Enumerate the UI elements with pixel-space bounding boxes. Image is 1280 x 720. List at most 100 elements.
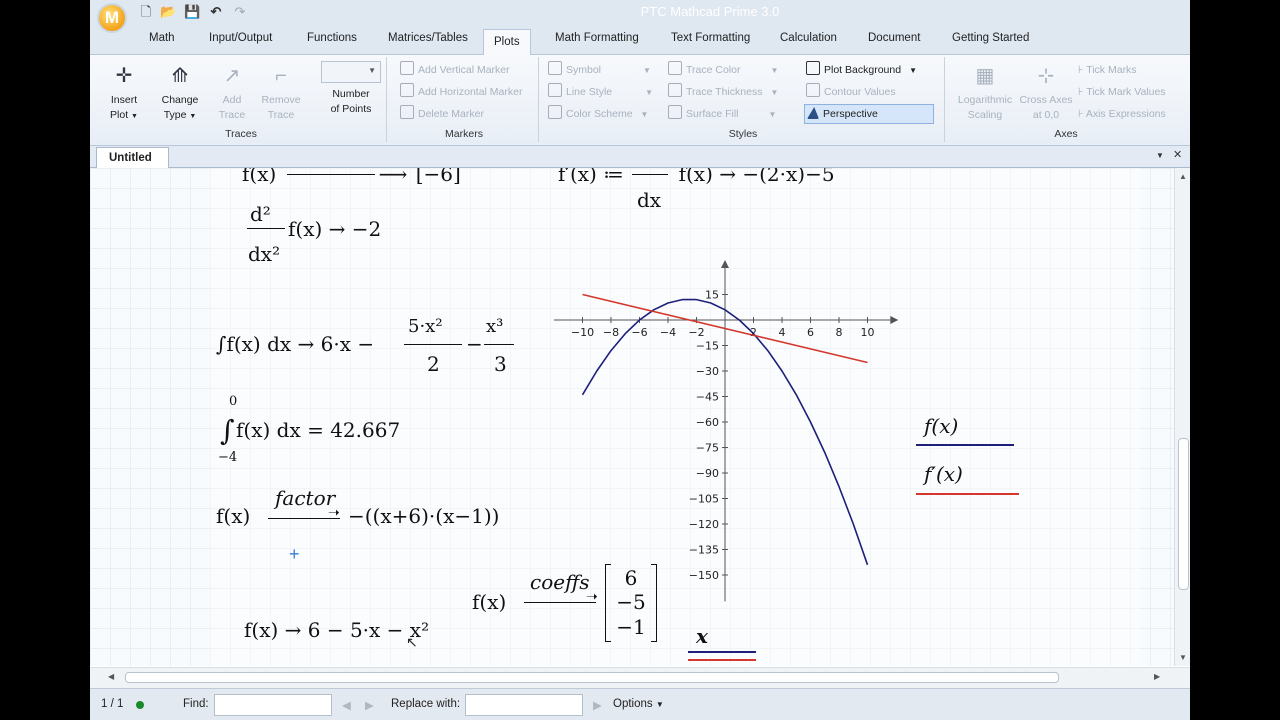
tab-math-formatting[interactable]: Math Formatting xyxy=(555,32,639,44)
trace-thickness-dropdown[interactable]: Trace Thickness ▼ xyxy=(668,83,778,101)
find-input[interactable] xyxy=(214,694,332,716)
tab-getting-started[interactable]: Getting Started xyxy=(952,32,1029,44)
options-button[interactable]: Options ▼ xyxy=(613,698,664,710)
change-type-button[interactable]: ⟰ Change Type ▼ xyxy=(152,61,208,124)
trace-thickness-label: Trace Thickness xyxy=(686,86,763,98)
eq4-frac1-den: 2 xyxy=(427,352,440,376)
trace-color-dropdown[interactable]: Trace Color ▼ xyxy=(668,61,778,79)
y-tick-label: −150 xyxy=(689,569,719,582)
scroll-down-icon[interactable]: ▼ xyxy=(1179,653,1187,662)
tab-text-formatting[interactable]: Text Formatting xyxy=(671,32,750,44)
title-bar: M 🗋 📂 💾 ↶ ↷ PTC Mathcad Prime 3.0 xyxy=(90,0,1190,33)
document-tab-untitled[interactable]: Untitled xyxy=(96,147,169,168)
traces-group: ✛ Insert Plot ▼ ⟰ Change Type ▼ ↗ Add Tr… xyxy=(96,57,387,142)
math-region-eq2[interactable]: f′(x) ≔ f(x) → −(2·x)−5 xyxy=(558,168,835,186)
styles-group: Symbol ▼ Line Style ▼ Color Scheme ▼ Trace … xyxy=(542,57,945,142)
y-tick-label: −135 xyxy=(689,544,719,557)
tick-mark-values-button[interactable]: ⊦ Tick Mark Values xyxy=(1078,83,1166,101)
line-style-dropdown[interactable]: Line Style ▼ xyxy=(548,83,653,101)
scroll-left-icon[interactable]: ◀ xyxy=(108,672,114,681)
scroll-right-icon[interactable]: ▶ xyxy=(1154,672,1160,681)
surface-fill-dropdown[interactable]: Surface Fill ▼ xyxy=(668,105,776,123)
horizontal-scroll-thumb[interactable] xyxy=(125,672,1059,683)
eq2-denominator: dx xyxy=(637,188,662,212)
math-region-eq1[interactable]: f(x) ⟶ [−6] xyxy=(242,168,461,186)
horizontal-scrollbar[interactable]: ◀ ▶ xyxy=(90,667,1190,688)
find-previous-icon[interactable]: ◀ xyxy=(342,698,351,712)
perspective-button[interactable]: Perspective xyxy=(804,104,934,124)
tab-document[interactable]: Document xyxy=(868,32,920,44)
remove-trace-button[interactable]: ⌐ Remove Trace xyxy=(256,61,306,123)
symbol-dropdown[interactable]: Symbol ▼ xyxy=(548,61,651,79)
add-horizontal-marker-button[interactable]: Add Horizontal Marker xyxy=(400,83,522,101)
math-region-eq7[interactable]: f(x) → 6 − 5·x − x² xyxy=(244,618,429,642)
find-label: Find: xyxy=(183,698,209,710)
replace-icon[interactable]: ▶ xyxy=(593,698,602,712)
symbol-label: Symbol xyxy=(566,64,602,76)
tick-marks-button[interactable]: ⊦ Tick Marks xyxy=(1078,61,1137,79)
ribbon-tabs: Math Input/Output Functions Matrices/Tab… xyxy=(90,28,1190,55)
add-vertical-marker-button[interactable]: Add Vertical Marker xyxy=(400,61,510,79)
options-label: Options xyxy=(613,698,653,710)
delete-marker-button[interactable]: Delete Marker xyxy=(400,105,484,123)
x-axis-trace-line-blue xyxy=(688,651,756,653)
eq4-frac1-num: 5·x² xyxy=(408,316,443,337)
tab-math[interactable]: Math xyxy=(149,32,175,44)
eq8-vector-item: −1 xyxy=(616,615,646,639)
axis-expressions-button[interactable]: ⊦ Axis Expressions xyxy=(1078,105,1166,123)
ribbon: ✛ Insert Plot ▼ ⟰ Change Type ▼ ↗ Add Tr… xyxy=(90,55,1190,146)
y-tick-label: −45 xyxy=(696,391,719,404)
eq3-denominator: dx² xyxy=(248,242,281,266)
add-trace-label-2: Trace xyxy=(218,109,246,121)
y-axis-arrow xyxy=(721,260,729,268)
close-document-icon[interactable]: ✕ xyxy=(1173,148,1182,161)
math-region-eq4[interactable]: ∫f(x) dx → 6·x − xyxy=(216,332,374,356)
add-trace-label-1: Add xyxy=(222,94,242,106)
tab-input-output[interactable]: Input/Output xyxy=(209,32,272,44)
replace-input[interactable] xyxy=(465,694,583,716)
contour-values-button[interactable]: Contour Values xyxy=(806,83,896,101)
math-region-eq3[interactable]: f(x) → −2 xyxy=(288,217,381,241)
x-axis-arrow xyxy=(890,316,899,324)
remove-trace-label-1: Remove xyxy=(261,94,301,106)
scroll-up-icon[interactable]: ▲ xyxy=(1179,172,1187,181)
mathcad-window: M 🗋 📂 💾 ↶ ↷ PTC Mathcad Prime 3.0 Math I… xyxy=(90,0,1190,720)
tab-matrices-tables[interactable]: Matrices/Tables xyxy=(388,32,468,44)
perspective-icon xyxy=(807,107,819,119)
plot-background-dropdown[interactable]: Plot Background ▼ xyxy=(806,61,917,79)
tab-list-dropdown-icon[interactable]: ▼ xyxy=(1156,151,1164,160)
vertical-scrollbar[interactable]: ▲ ▼ xyxy=(1174,168,1190,666)
add-trace-button[interactable]: ↗ Add Trace xyxy=(212,61,252,123)
tick-marks-label: Tick Marks xyxy=(1086,64,1137,76)
axis-expressions-label: Axis Expressions xyxy=(1085,108,1166,120)
eq1-arrow-line xyxy=(286,174,375,175)
math-region-eq8[interactable]: f(x) xyxy=(472,590,506,614)
axes-group-label: Axes xyxy=(1054,128,1078,140)
legend-label-fpx[interactable]: f′(x) xyxy=(924,462,963,486)
window-title: PTC Mathcad Prime 3.0 xyxy=(640,4,780,19)
vertical-marker-icon xyxy=(400,61,414,75)
legend-label-fx[interactable]: f(x) xyxy=(924,414,958,438)
tab-functions[interactable]: Functions xyxy=(307,32,357,44)
insert-plot-button[interactable]: ✛ Insert Plot ▼ xyxy=(102,61,146,124)
color-scheme-dropdown[interactable]: Color Scheme ▼ xyxy=(548,105,648,123)
tab-plots[interactable]: Plots xyxy=(483,29,531,55)
dropdown-arrow-icon: ▼ xyxy=(189,113,197,120)
number-of-points-input[interactable]: ▼ xyxy=(321,61,381,83)
cross-axes-label-1: Cross Axes xyxy=(1019,94,1073,106)
x-tick-label: 8 xyxy=(836,326,843,339)
xy-plot[interactable]: −10 −8 −6 −4 −2 2 4 6 8 1015−15−30−45−60−75−90−10… xyxy=(540,258,910,618)
contour-values-icon xyxy=(806,83,820,97)
y-tick-label: −105 xyxy=(689,493,719,506)
math-region-eq6[interactable]: f(x) xyxy=(216,504,250,528)
find-next-icon[interactable]: ▶ xyxy=(365,698,374,712)
mathcad-logo-button[interactable]: M xyxy=(97,3,127,33)
logarithmic-scaling-button[interactable]: ▦ Logarithmic Scaling xyxy=(952,61,1018,123)
tab-calculation[interactable]: Calculation xyxy=(780,32,837,44)
vertical-scroll-thumb[interactable] xyxy=(1178,438,1189,590)
color-scheme-icon xyxy=(548,105,562,119)
cross-axes-button[interactable]: ⊹ Cross Axes at 0,0 xyxy=(1018,61,1074,123)
worksheet[interactable]: f(x) ⟶ [−6] f′(x) ≔ f(x) → −(2·x)−5 dx d… xyxy=(90,168,1174,666)
trace-color-icon xyxy=(668,61,682,75)
math-region-eq5[interactable]: f(x) dx = 42.667 xyxy=(236,418,400,442)
